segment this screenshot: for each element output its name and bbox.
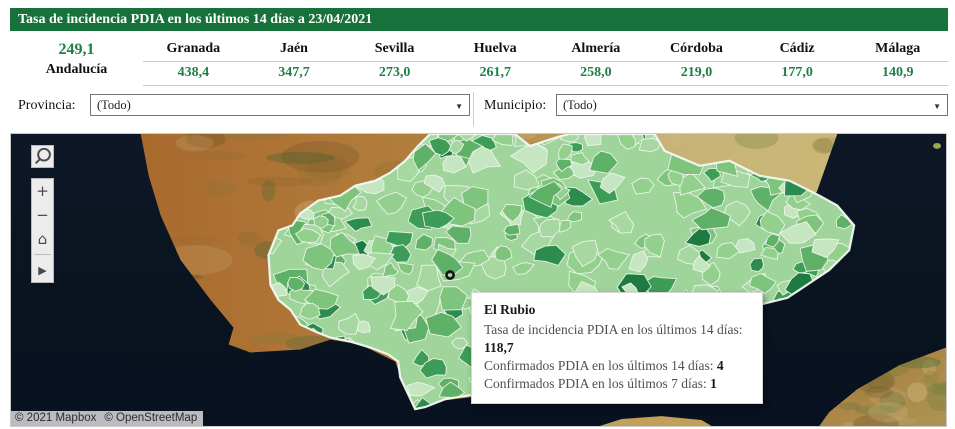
map-canvas[interactable]: + − ⌂ ▶ El Rubio Tasa de incidencia PDIA… bbox=[10, 133, 947, 427]
region-incidence-value: 249,1 bbox=[10, 40, 143, 60]
tooltip-line: Confirmados PDIA en los últimos 14 días:… bbox=[484, 357, 752, 375]
province-name: Granada bbox=[143, 38, 244, 61]
province-table: GranadaJaénSevillaHuelvaAlmeríaCórdobaCá… bbox=[143, 38, 948, 86]
province-name: Cádiz bbox=[747, 38, 848, 61]
province-value: 438,4 bbox=[143, 62, 244, 85]
zoom-in-button[interactable]: + bbox=[31, 179, 54, 203]
home-button home-icon[interactable]: ⌂ bbox=[31, 227, 54, 251]
province-header-row: GranadaJaénSevillaHuelvaAlmeríaCórdobaCá… bbox=[143, 38, 948, 62]
province-name: Málaga bbox=[847, 38, 948, 61]
provincia-select-value: (Todo) bbox=[97, 98, 131, 113]
search-icon bbox=[32, 146, 53, 167]
province-name: Huelva bbox=[445, 38, 546, 61]
title-bar: Tasa de incidencia PDIA en los últimos 1… bbox=[10, 8, 948, 31]
province-name: Jaén bbox=[244, 38, 345, 61]
province-name: Almería bbox=[546, 38, 647, 61]
map-search-button[interactable] bbox=[31, 145, 54, 168]
toolbar-divider bbox=[34, 254, 51, 255]
region-summary: 249,1 Andalucía bbox=[10, 40, 143, 88]
title-text: Tasa de incidencia PDIA en los últimos 1… bbox=[18, 12, 372, 27]
chevron-down-icon: ▼ bbox=[455, 102, 463, 111]
mapbox-attribution-link[interactable]: © 2021 Mapbox bbox=[15, 412, 96, 424]
tooltip-line: Confirmados PDIA en los últimos 7 días: … bbox=[484, 375, 752, 393]
map-tooltip: El Rubio Tasa de incidencia PDIA en los … bbox=[471, 292, 763, 404]
expand-tools-button play-icon[interactable]: ▶ bbox=[31, 258, 54, 282]
province-value-row: 438,4347,7273,0261,7258,0219,0177,0140,9 bbox=[143, 62, 948, 86]
provincia-select[interactable]: (Todo) ▼ bbox=[90, 94, 470, 116]
provincia-label: Provincia: bbox=[18, 98, 76, 114]
province-name: Córdoba bbox=[646, 38, 747, 61]
tooltip-title: El Rubio bbox=[484, 302, 752, 318]
map-toolbar: + − ⌂ ▶ bbox=[31, 178, 54, 283]
osm-attribution-link[interactable]: © OpenStreetMap bbox=[104, 412, 197, 424]
region-name: Andalucía bbox=[10, 60, 143, 80]
province-value: 258,0 bbox=[546, 62, 647, 85]
province-value: 261,7 bbox=[445, 62, 546, 85]
province-value: 347,7 bbox=[244, 62, 345, 85]
province-value: 140,9 bbox=[847, 62, 948, 85]
province-name: Sevilla bbox=[344, 38, 445, 61]
municipio-label: Municipio: bbox=[484, 98, 546, 114]
dashboard: Tasa de incidencia PDIA en los últimos 1… bbox=[0, 0, 955, 429]
province-value: 219,0 bbox=[646, 62, 747, 85]
province-value: 177,0 bbox=[747, 62, 848, 85]
zoom-out-button[interactable]: − bbox=[31, 203, 54, 227]
municipio-select[interactable]: (Todo) ▼ bbox=[556, 94, 948, 116]
filter-row: Provincia: (Todo) ▼ Municipio: (Todo) ▼ bbox=[10, 92, 948, 126]
tooltip-line: Tasa de incidencia PDIA en los últimos 1… bbox=[484, 321, 752, 357]
municipio-select-value: (Todo) bbox=[563, 98, 597, 113]
map-attribution: © 2021 Mapbox © OpenStreetMap bbox=[11, 411, 203, 426]
province-value: 273,0 bbox=[344, 62, 445, 85]
filter-divider bbox=[473, 92, 474, 126]
chevron-down-icon: ▼ bbox=[933, 102, 941, 111]
